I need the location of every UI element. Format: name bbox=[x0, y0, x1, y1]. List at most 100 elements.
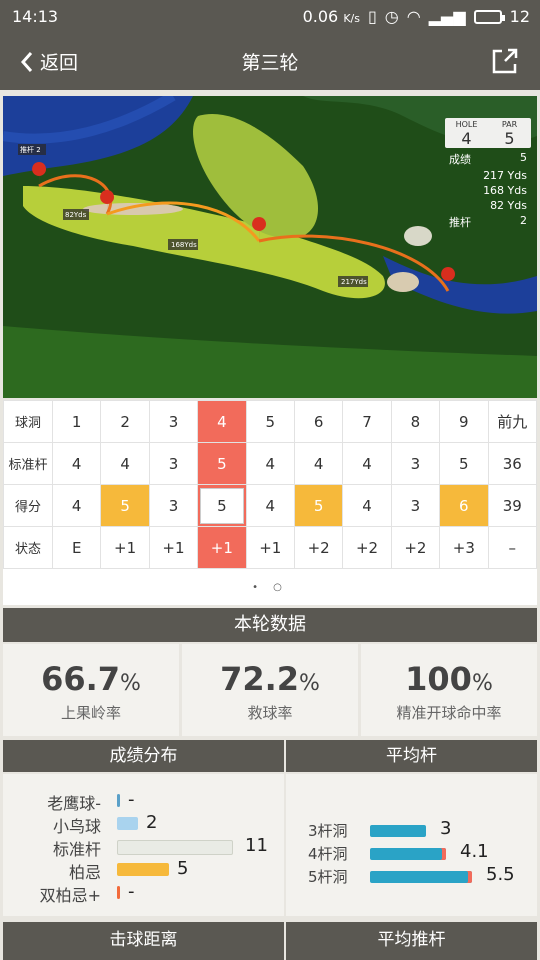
stat-value: 72.2% bbox=[220, 660, 320, 698]
avg-putts-header: 平均推杆 bbox=[286, 922, 537, 960]
avg-name: 3杆洞 bbox=[308, 822, 348, 840]
score-cell-bogey: 5 bbox=[293, 484, 344, 527]
front-nine-label: 前九 bbox=[487, 400, 538, 443]
row-par: 标准杆 4 4 3 5 4 4 4 3 5 36 bbox=[3, 442, 538, 485]
hole-par: PAR 5 bbox=[501, 120, 518, 148]
dist-name: 柏忌 bbox=[68, 863, 101, 882]
hole-cell[interactable]: 2 bbox=[100, 400, 150, 443]
row-status: 状态 E +1 +1 +1 +1 +2 +2 +2 +3 – bbox=[3, 526, 538, 569]
hole-map[interactable]: 推杆 2 82Yds 168Yds 217Yds HOLE 4 PAR 5 成绩 5 … bbox=[3, 96, 537, 398]
score-dist-header: 成绩分布 bbox=[3, 740, 284, 772]
score-cell: 3 bbox=[148, 484, 199, 527]
stat-card-gir: 66.7% 上果岭率 bbox=[3, 644, 179, 736]
putt-label: 推杆 2 bbox=[20, 146, 41, 154]
score-cell: 4 bbox=[245, 484, 295, 527]
hole-cell[interactable]: 7 bbox=[342, 400, 392, 443]
status-icons: 0.06 K/s ▯ ◷ ◠ ▂▄▆ 12 bbox=[303, 7, 530, 26]
status-cell: E bbox=[51, 526, 102, 569]
score-cell-selected: 5 bbox=[197, 484, 247, 527]
row-label: 得分 bbox=[3, 484, 53, 527]
avg-strokes-panel: 3杆洞 3 4杆洞 4.1 5杆洞 5.5 bbox=[286, 774, 537, 916]
status-cell: +1 bbox=[100, 526, 150, 569]
hole-info-panel: HOLE 4 PAR 5 成绩 5 217 Yds 168 Yds 82 Yds 推杆… bbox=[445, 118, 531, 231]
score-cell: 4 bbox=[342, 484, 392, 527]
dist-bar bbox=[117, 817, 138, 830]
shot-distance-header: 击球距离 bbox=[3, 922, 284, 960]
hole-cell[interactable]: 8 bbox=[390, 400, 441, 443]
dist-name: 标准杆 bbox=[52, 840, 101, 859]
hole-cell[interactable]: 6 bbox=[293, 400, 344, 443]
hole-info-row: 82 Yds bbox=[490, 199, 527, 212]
avg-row: 4杆洞 4.1 bbox=[286, 841, 540, 863]
status-cell: +2 bbox=[342, 526, 392, 569]
status-total: – bbox=[487, 526, 538, 569]
page-indicator[interactable]: • ○ bbox=[3, 582, 537, 593]
par-cell: 3 bbox=[390, 442, 441, 485]
avg-bar bbox=[370, 871, 472, 883]
dist-row: 老鹰球- - bbox=[3, 789, 284, 813]
dist-bar bbox=[117, 794, 120, 807]
status-time: 14:13 bbox=[12, 7, 59, 26]
dist-row: 柏忌 5 bbox=[3, 858, 284, 882]
dist-value: 5 bbox=[177, 858, 189, 879]
stat-label: 上果岭率 bbox=[60, 704, 121, 722]
par-cell: 4 bbox=[51, 442, 102, 485]
avg-bar bbox=[370, 848, 446, 860]
hole-cell[interactable]: 5 bbox=[245, 400, 295, 443]
status-bar: 14:13 0.06 K/s ▯ ◷ ◠ ▂▄▆ 12 bbox=[0, 0, 540, 34]
battery-icon bbox=[473, 9, 505, 24]
par-cell: 5 bbox=[439, 442, 489, 485]
hole-cell[interactable]: 9 bbox=[439, 400, 489, 443]
score-dist-panel: 老鹰球- - 小鸟球 2 标准杆 11 柏忌 5 双柏忌+ - bbox=[3, 774, 284, 916]
avg-strokes-header: 平均杆 bbox=[286, 740, 537, 772]
par-cell: 4 bbox=[293, 442, 344, 485]
stat-card-fairway: 100% 精准开球命中率 bbox=[361, 644, 537, 736]
par-cell: 5 bbox=[197, 442, 247, 485]
status-cell: +3 bbox=[439, 526, 489, 569]
row-label: 球洞 bbox=[3, 400, 53, 443]
hole-info-row: 168 Yds bbox=[483, 184, 527, 197]
share-icon bbox=[492, 48, 518, 74]
hole-info-row: 217 Yds bbox=[483, 169, 527, 182]
hole-cell[interactable]: 1 bbox=[51, 400, 102, 443]
dist-row: 双柏忌+ - bbox=[3, 881, 284, 905]
par-total: 36 bbox=[487, 442, 538, 485]
hole-header: HOLE 4 PAR 5 bbox=[445, 118, 531, 148]
dist-row: 小鸟球 2 bbox=[3, 812, 284, 836]
distance-label: 168Yds bbox=[171, 241, 197, 249]
row-score: 得分 4 5 3 5 4 5 4 3 6 39 bbox=[3, 484, 538, 527]
status-cell: +1 bbox=[148, 526, 199, 569]
hole-info-row: 推杆 2 bbox=[449, 214, 527, 229]
avg-row: 3杆洞 3 bbox=[286, 818, 540, 840]
avg-value: 4.1 bbox=[460, 841, 489, 862]
signal-icon: ▂▄▆ bbox=[428, 7, 466, 26]
row-label: 标准杆 bbox=[3, 442, 53, 485]
page-title: 第三轮 bbox=[241, 52, 299, 74]
dist-bar bbox=[117, 886, 120, 899]
round-data-header: 本轮数据 bbox=[3, 608, 537, 642]
row-label: 状态 bbox=[3, 526, 53, 569]
avg-name: 4杆洞 bbox=[308, 845, 348, 863]
par-cell: 4 bbox=[245, 442, 295, 485]
dist-name: 小鸟球 bbox=[52, 817, 101, 836]
avg-value: 3 bbox=[440, 818, 452, 839]
stat-value: 100% bbox=[405, 660, 493, 698]
wifi-icon: ◠ bbox=[406, 7, 421, 26]
par-cell: 3 bbox=[148, 442, 199, 485]
dist-value: 11 bbox=[245, 835, 268, 856]
vibrate-icon: ▯ bbox=[367, 7, 377, 26]
share-button[interactable] bbox=[490, 46, 520, 80]
hole-number: HOLE 4 bbox=[455, 120, 478, 148]
hole-cell[interactable]: 3 bbox=[148, 400, 199, 443]
dist-value: 2 bbox=[146, 812, 158, 833]
status-cell: +2 bbox=[390, 526, 441, 569]
dist-name: 老鹰球- bbox=[47, 794, 101, 813]
score-total: 39 bbox=[487, 484, 538, 527]
network-speed: 0.06 K/s bbox=[302, 7, 360, 26]
dist-value: - bbox=[128, 881, 135, 902]
dist-bar bbox=[117, 863, 169, 876]
avg-bar bbox=[370, 825, 426, 837]
score-cell-bogey: 6 bbox=[439, 484, 489, 527]
hole-cell-selected[interactable]: 4 bbox=[197, 400, 247, 443]
score-cell: 4 bbox=[51, 484, 102, 527]
